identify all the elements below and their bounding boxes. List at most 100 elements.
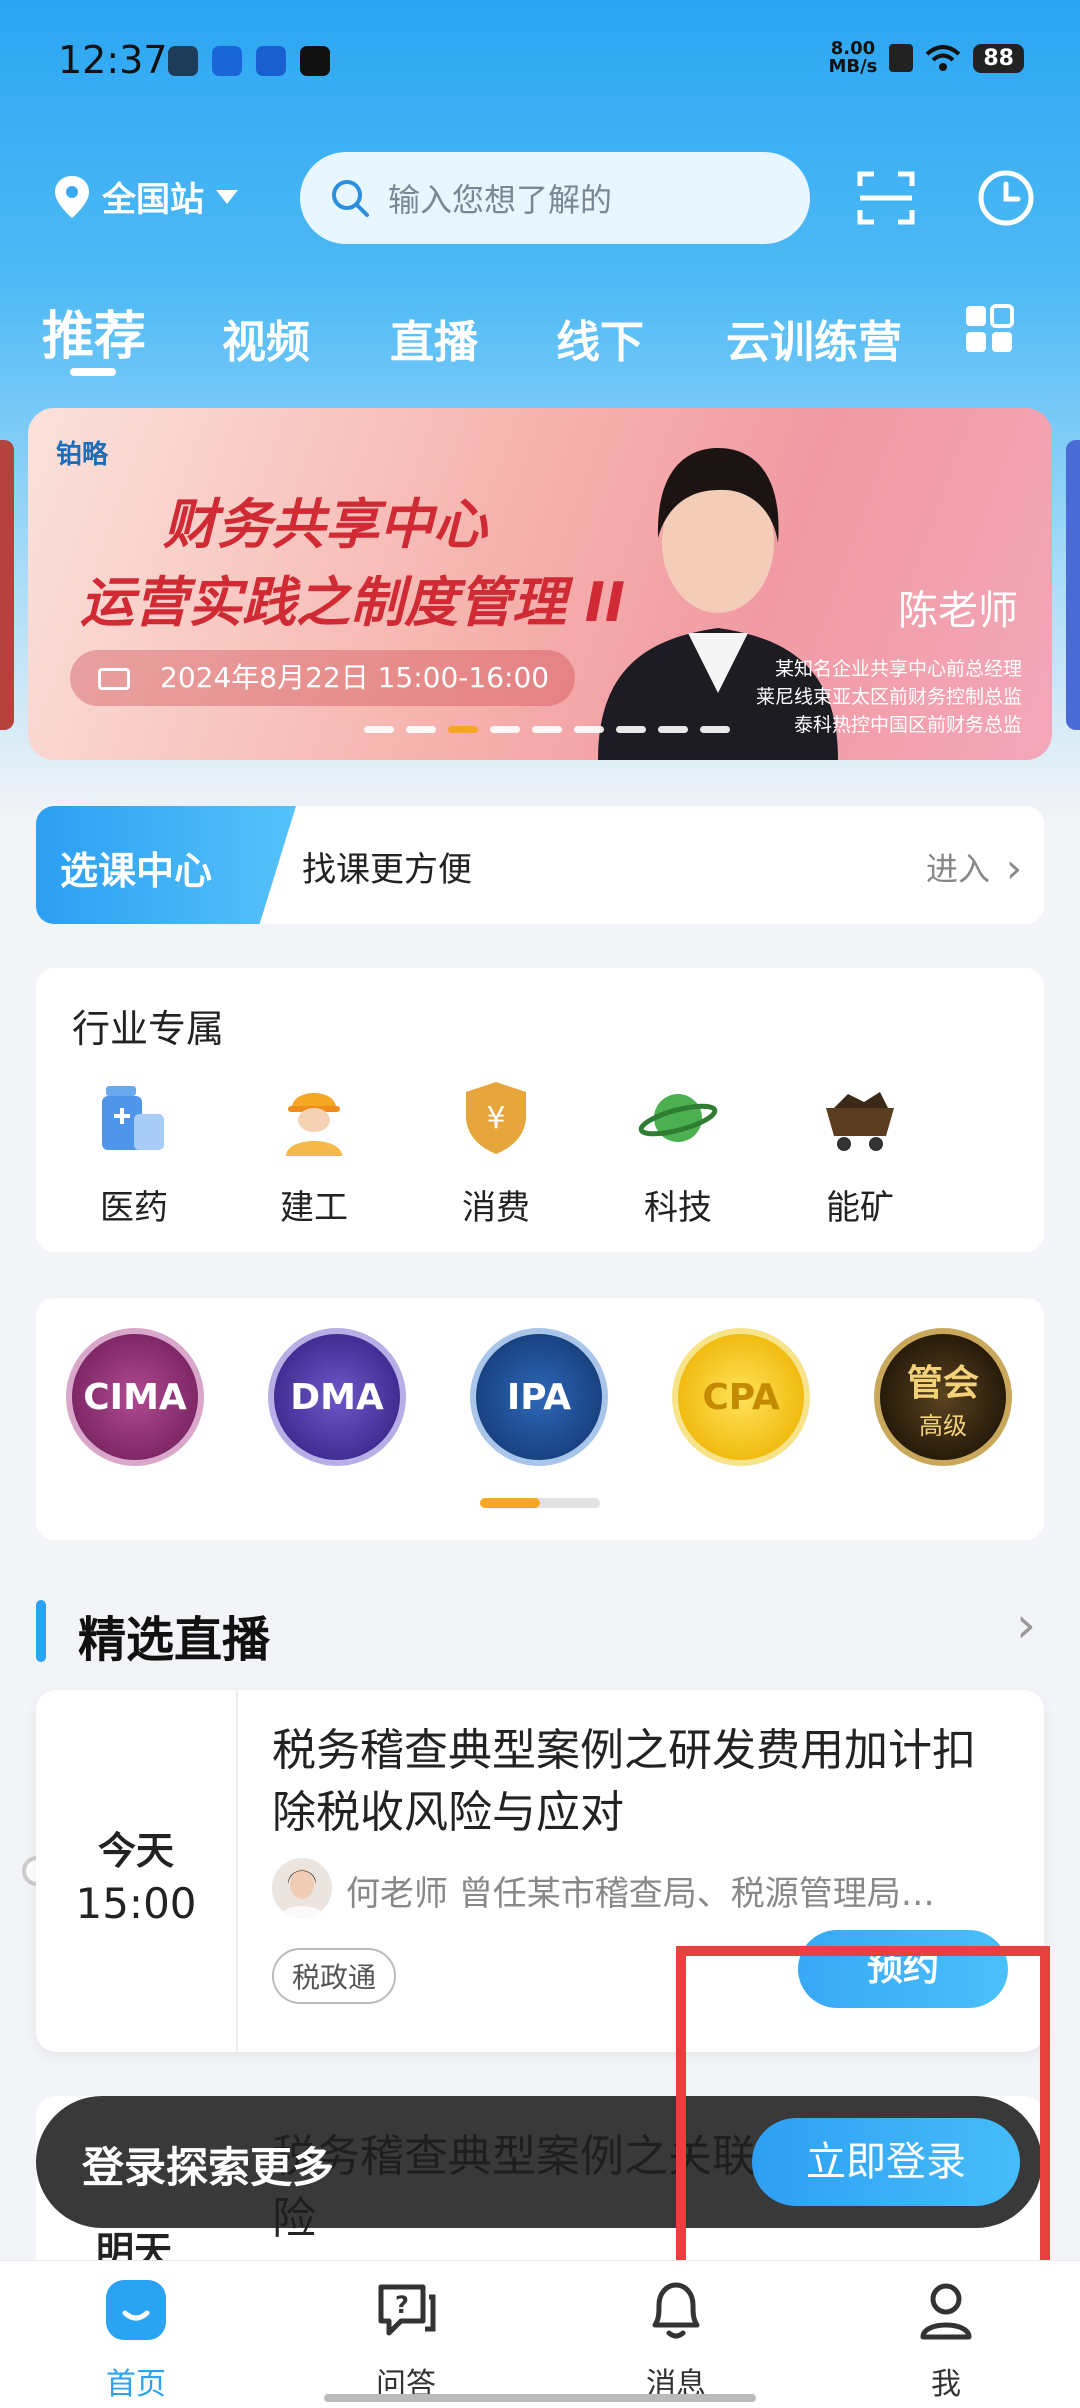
sim-icon	[889, 44, 914, 72]
video-camera-icon	[98, 668, 130, 690]
industry-label: 医药	[100, 1188, 168, 1228]
cert-badge-ipa[interactable]: IPA	[470, 1328, 608, 1466]
status-bar: 12:37 8.00 MB/s 88	[0, 0, 1080, 120]
tab-offline[interactable]: 线下	[556, 306, 644, 370]
industry-item-construction[interactable]: 建工	[254, 1078, 374, 1229]
live-teacher: 何老师 曾任某市稽查局、税源管理局…	[346, 1874, 935, 1914]
notification-app-icon	[168, 46, 198, 76]
promo-banner[interactable]: 铂略 财务共享中心 运营实践之制度管理 II 2024年8月22日 15:00-…	[28, 408, 1052, 760]
cert-label: IPA	[506, 1376, 572, 1418]
industry-label: 科技	[644, 1188, 712, 1228]
banner-teacher-role: 莱尼线束亚太区前财务控制总监	[755, 686, 1022, 708]
pagination-dot	[616, 726, 646, 733]
notification-app-icon	[256, 46, 286, 76]
nav-item-messages[interactable]: 消息	[606, 2275, 746, 2403]
mine-cart-icon	[826, 1092, 894, 1151]
tab-camp[interactable]: 云训练营	[726, 306, 902, 370]
cert-badge-dma[interactable]: DMA	[268, 1328, 406, 1466]
pagination-dot	[700, 726, 730, 733]
banner-teacher-role: 泰科热控中国区前财务总监	[793, 714, 1022, 736]
banner-next-peek	[1066, 440, 1080, 730]
banner-title-line1: 财务共享中心	[163, 493, 487, 556]
industry-item-tech[interactable]: 科技	[618, 1078, 738, 1229]
cert-label: CPA	[702, 1376, 780, 1418]
nav-item-qa[interactable]: ? 问答	[336, 2275, 476, 2403]
nav-label: 首页	[106, 2367, 166, 2402]
battery-indicator: 88	[973, 43, 1024, 73]
history-clock-icon[interactable]	[976, 168, 1036, 228]
banner-date: 2024年8月22日 15:00-16:00	[70, 650, 576, 706]
banner-teacher-role: 某知名企业共享中心前总经理	[774, 658, 1022, 680]
cert-scroll-thumb	[480, 1498, 540, 1508]
banner-pagination	[364, 726, 730, 733]
live-title: 税务稽查典型案例之研发费用加计扣除税收风险与应对	[272, 1725, 976, 1838]
cert-badge-advanced-mgmt-accounting[interactable]: 管会 高级	[874, 1328, 1012, 1466]
avatar	[272, 1858, 332, 1918]
pagination-dot-active	[448, 726, 478, 733]
nav-label: 我	[931, 2367, 961, 2402]
login-prompt-text: 登录探索更多	[82, 2143, 335, 2192]
banner-title-line2: 运营实践之制度管理 II	[80, 571, 625, 634]
status-time: 12:37	[58, 38, 168, 82]
scan-icon[interactable]	[856, 168, 916, 228]
highlight-box	[676, 1946, 1050, 2276]
location-label: 全国站	[102, 180, 204, 220]
pagination-dot	[364, 726, 394, 733]
industry-label: 建工	[280, 1188, 348, 1228]
course-center-entry[interactable]: 选课中心 找课更方便 进入 ›	[36, 806, 1044, 924]
svg-text:¥: ¥	[486, 1101, 505, 1136]
section-more-chevron-icon[interactable]: ›	[1016, 1596, 1036, 1654]
wifi-icon	[926, 45, 961, 71]
industry-item-medicine[interactable]: 医药	[74, 1078, 194, 1229]
live-time-column: 今天 15:00	[36, 1690, 238, 2052]
course-center-text: 找课更方便	[302, 850, 472, 890]
live-tag: 税政通	[272, 1948, 397, 2004]
caret-down-icon	[216, 189, 238, 204]
tab-video[interactable]: 视频	[222, 306, 310, 370]
bell-icon	[652, 2282, 700, 2339]
location-selector[interactable]: 全国站	[52, 172, 240, 221]
grid-menu-icon[interactable]	[964, 304, 1014, 354]
certification-carousel: CIMA DMA IPA CPA 管会 高级	[36, 1298, 1044, 1540]
banner-logo: 铂略	[56, 440, 109, 470]
svg-text:?: ?	[395, 2291, 409, 2319]
bottom-navigation: 首页 ? 问答 消息 我	[0, 2260, 1080, 2408]
industry-section: 行业专属 医药 建工 ¥ 消费 科技 能矿	[36, 968, 1044, 1252]
nav-item-home[interactable]: 首页	[66, 2275, 206, 2403]
live-day: 今天	[97, 1829, 174, 1873]
cert-label: DMA	[290, 1376, 384, 1418]
search-bar[interactable]: 输入您想了解的	[300, 152, 810, 244]
cert-label: CIMA	[83, 1376, 187, 1418]
pagination-dot	[658, 726, 688, 733]
section-title: 精选直播	[78, 1612, 271, 1668]
search-icon	[332, 180, 369, 217]
search-placeholder: 输入您想了解的	[388, 181, 613, 219]
speed-unit: MB/s	[828, 56, 878, 77]
industry-label: 消费	[462, 1188, 530, 1228]
industry-label: 能矿	[826, 1188, 894, 1228]
network-speed: 8.00 MB/s	[828, 40, 877, 76]
tiktok-icon	[300, 46, 330, 76]
profile-icon	[920, 2283, 972, 2340]
notification-app-icon	[212, 46, 242, 76]
pagination-dot	[532, 726, 562, 733]
chevron-right-icon: ›	[1006, 846, 1022, 892]
tab-recommend[interactable]: 推荐	[42, 294, 146, 369]
home-icon	[106, 2280, 166, 2340]
location-pin-icon	[55, 175, 89, 218]
planet-icon	[638, 1094, 718, 1142]
cert-sublabel: 高级	[919, 1411, 967, 1440]
section-accent-bar	[36, 1600, 46, 1662]
course-center-enter: 进入	[925, 850, 990, 888]
industry-item-consumer[interactable]: ¥ 消费	[436, 1078, 556, 1229]
nav-item-me[interactable]: 我	[876, 2275, 1016, 2403]
course-center-tag: 选课中心	[36, 806, 296, 924]
category-tabs: 推荐 视频 直播 线下 云训练营	[0, 290, 1080, 390]
pagination-dot	[574, 726, 604, 733]
tab-live[interactable]: 直播	[390, 306, 478, 370]
cert-badge-cima[interactable]: CIMA	[66, 1328, 204, 1466]
industry-item-mining[interactable]: 能矿	[800, 1078, 920, 1229]
cert-badge-cpa[interactable]: CPA	[672, 1328, 810, 1466]
construction-worker-icon	[286, 1093, 342, 1156]
pagination-dot	[406, 726, 436, 733]
